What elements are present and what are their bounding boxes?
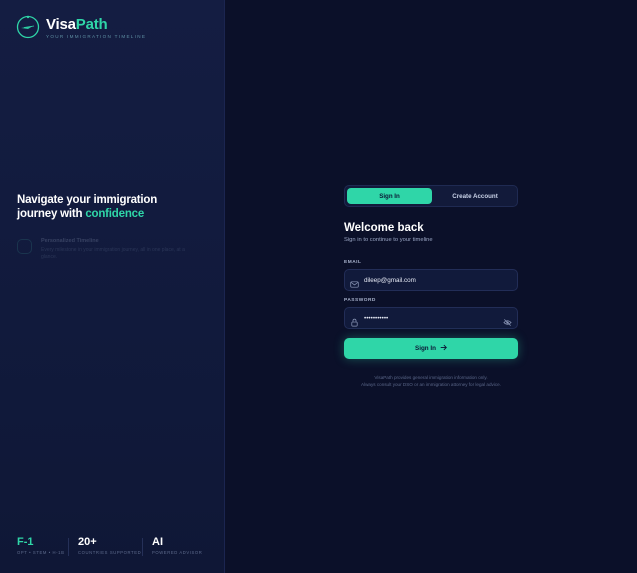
brand-tagline: YOUR IMMIGRATION TIMELINE [46,34,147,39]
email-label: EMAIL [344,260,362,265]
feature-title: Personalized Timeline [41,238,99,244]
stat-label: OPT • STEM • H-1B [17,550,65,555]
page-subtitle: Sign in to continue to your timeline [344,237,433,243]
disclaimer: VisaPath provides general immigration in… [344,374,518,388]
password-label: PASSWORD [344,298,376,303]
hero-headline: Navigate your immigration journey with c… [17,193,217,221]
stat-value: F-1 [17,536,34,548]
headline-accent: confidence [85,208,145,220]
disclaimer-line1: VisaPath provides general immigration in… [374,375,488,380]
sign-in-button-label: Sign In [415,345,436,352]
auth-tabs: Sign In Create Account [344,185,518,207]
password-field[interactable] [364,312,504,325]
stat-visa: F-1 OPT • STEM • H-1B [17,536,65,555]
stat-value: 20+ [78,536,97,548]
email-field-wrapper [344,269,518,291]
arrow-right-icon [440,344,447,353]
stat-value: AI [152,536,163,548]
disclaimer-line2: Always consult your DSO or an immigratio… [361,382,501,387]
headline-line2: journey with [17,208,83,220]
feature-description: Every milestone in your immigration jour… [41,247,185,260]
brand-name-part2: Path [75,16,108,33]
stat-countries: 20+ COUNTRIES SUPPORTED [78,536,141,555]
headline-line1: Navigate your immigration [17,194,158,206]
stat-divider [142,538,143,556]
password-field-wrapper [344,307,518,329]
stat-label: COUNTRIES SUPPORTED [78,550,142,555]
stat-ai: AI POWERED ADVISOR [152,536,202,555]
page-title: Welcome back [344,222,424,234]
compass-plane-icon [16,15,40,39]
timeline-icon [17,239,32,254]
email-field[interactable] [364,274,504,287]
sign-in-button[interactable]: Sign In [344,338,518,359]
tab-create-account[interactable]: Create Account [433,188,517,204]
lock-icon [350,314,359,327]
mail-icon [350,276,359,288]
brand-name: VisaPath [46,16,108,34]
tab-sign-in[interactable]: Sign In [347,188,432,204]
brand-name-part1: Visa [46,16,76,33]
stat-divider [68,538,69,556]
hero-panel: VisaPath YOUR IMMIGRATION TIMELINE Navig… [0,0,225,573]
eye-off-icon[interactable] [503,314,512,326]
stat-label: POWERED ADVISOR [152,550,203,555]
